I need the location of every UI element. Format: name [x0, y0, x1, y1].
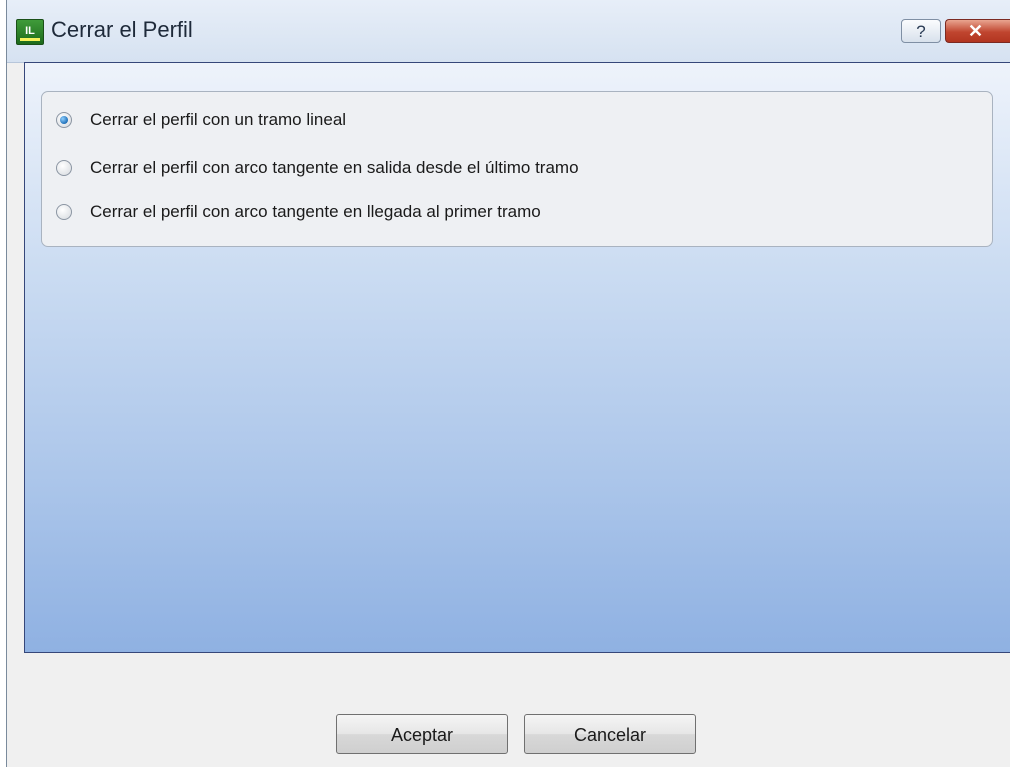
- window-title: Cerrar el Perfil: [51, 17, 193, 42]
- option-arc-exit-last[interactable]: Cerrar el perfil con arco tangente en sa…: [56, 156, 579, 180]
- option-label: Cerrar el perfil con un tramo lineal: [90, 110, 347, 129]
- option-arc-arrival-first[interactable]: Cerrar el perfil con arco tangente en ll…: [56, 200, 541, 224]
- radio-button-arc-arrival[interactable]: [56, 204, 72, 220]
- main-panel: Cerrar el perfil con un tramo lineal Cer…: [24, 62, 1010, 653]
- option-label: Cerrar el perfil con arco tangente en ll…: [90, 202, 541, 221]
- title-bar[interactable]: IL Cerrar el Perfil ? ✕: [7, 0, 1010, 63]
- cancel-button[interactable]: Cancelar: [524, 714, 696, 754]
- accept-button[interactable]: Aceptar: [336, 714, 508, 754]
- radio-button-linear[interactable]: [56, 112, 72, 128]
- radio-button-arc-exit[interactable]: [56, 160, 72, 176]
- option-linear-segment[interactable]: Cerrar el perfil con un tramo lineal: [56, 108, 346, 132]
- dialog-window: IL Cerrar el Perfil ? ✕ Cerrar el perfil…: [6, 0, 1010, 767]
- help-button[interactable]: ?: [901, 19, 941, 43]
- option-label: Cerrar el perfil con arco tangente en sa…: [90, 158, 579, 177]
- app-icon: IL: [16, 19, 44, 45]
- close-button[interactable]: ✕: [945, 19, 1010, 43]
- close-options-group: Cerrar el perfil con un tramo lineal Cer…: [41, 91, 993, 247]
